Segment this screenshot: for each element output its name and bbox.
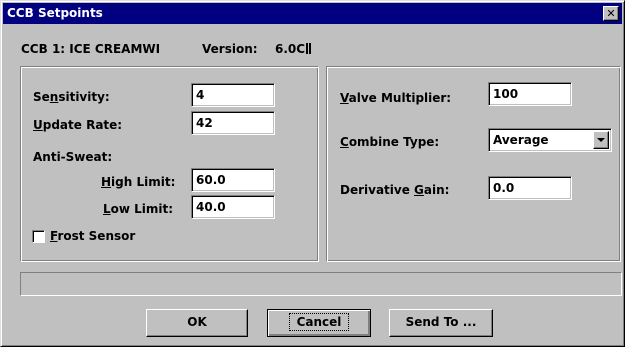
status-bar — [20, 272, 622, 296]
frost-sensor-checkbox[interactable] — [32, 230, 45, 243]
unit-label: CCB 1: ICE CREAMWI — [21, 42, 161, 56]
sensitivity-label: Sensitivity: — [33, 90, 110, 104]
ok-button-label: OK — [187, 315, 207, 329]
valve-multiplier-input[interactable]: 100 — [488, 82, 572, 106]
cursor-icon — [306, 43, 313, 54]
derivative-gain-label: Derivative Gain: — [340, 183, 450, 197]
ok-button[interactable]: OK — [146, 309, 248, 337]
high-limit-label: High Limit: — [101, 175, 176, 189]
high-limit-input[interactable]: 60.0 — [191, 168, 275, 192]
combine-type-select[interactable]: Average — [488, 128, 612, 152]
dropdown-button[interactable] — [593, 131, 609, 149]
window-title: CCB Setpoints — [7, 6, 103, 20]
sensitivity-input[interactable]: 4 — [191, 83, 275, 107]
derivative-gain-input[interactable]: 0.0 — [488, 176, 572, 200]
combine-type-value: Average — [493, 133, 549, 147]
low-limit-input[interactable]: 40.0 — [191, 195, 275, 219]
send-to-button-label: Send To ... — [405, 315, 477, 329]
cancel-button-label: Cancel — [288, 313, 350, 331]
valve-multiplier-label: Valve Multiplier: — [340, 91, 452, 105]
cancel-button[interactable]: Cancel — [267, 309, 371, 337]
low-limit-label: Low Limit: — [103, 202, 174, 216]
frost-sensor-label[interactable]: Frost Sensor — [50, 229, 135, 243]
update-rate-label: Update Rate: — [33, 118, 123, 132]
version-label: Version: — [202, 42, 258, 56]
send-to-button[interactable]: Send To ... — [389, 309, 493, 337]
anti-sweat-label: Anti-Sweat: — [33, 150, 113, 164]
ccb-setpoints-dialog: CCB Setpoints ✕ CCB 1: ICE CREAMWI Versi… — [0, 0, 625, 347]
update-rate-input[interactable]: 42 — [191, 111, 275, 135]
close-icon[interactable]: ✕ — [603, 6, 619, 21]
combine-type-label: Combine Type: — [340, 135, 440, 149]
version-value: 6.0C — [275, 42, 313, 56]
title-bar[interactable]: CCB Setpoints ✕ — [3, 3, 622, 24]
chevron-down-icon — [597, 138, 605, 142]
